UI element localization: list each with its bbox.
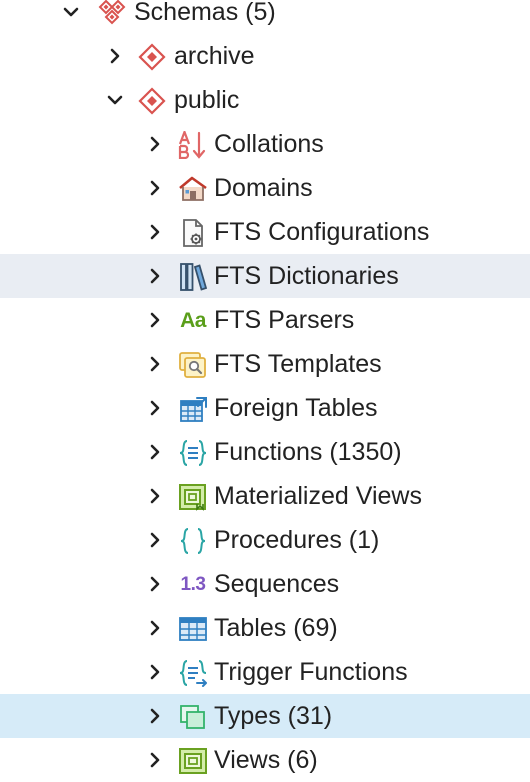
table-icon — [177, 615, 209, 643]
materialized-view-icon — [177, 483, 209, 511]
tree-node-label: FTS Templates — [214, 350, 382, 378]
trigger-function-icon — [177, 659, 209, 687]
tree-node-archive[interactable]: archive — [0, 34, 530, 78]
tree-node-label: Materialized Views — [214, 482, 422, 510]
tree-node-functions[interactable]: Functions (1350) — [0, 430, 530, 474]
tree-node-types[interactable]: Types (31) — [0, 694, 530, 738]
tree-node-label: Procedures (1) — [214, 526, 380, 554]
tree-node-label: FTS Dictionaries — [214, 262, 399, 290]
tree-node-label: Functions (1350) — [214, 438, 402, 466]
tree-node-sequences[interactable]: 1.3 Sequences — [0, 562, 530, 606]
type-icon — [177, 703, 209, 731]
tree-node-label: Foreign Tables — [214, 394, 378, 422]
chevron-right-icon[interactable] — [144, 221, 166, 243]
chevron-right-icon[interactable] — [144, 573, 166, 595]
chevron-right-icon[interactable] — [144, 529, 166, 551]
tree-node-fts-configurations[interactable]: FTS Configurations — [0, 210, 530, 254]
chevron-right-icon[interactable] — [144, 617, 166, 639]
fts-parser-icon: Aa — [177, 307, 209, 335]
tree-node-label: Schemas (5) — [134, 0, 276, 26]
tree-node-materialized-views[interactable]: Materialized Views — [0, 474, 530, 518]
function-icon — [177, 439, 209, 467]
tree-node-domains[interactable]: Domains — [0, 166, 530, 210]
tree-node-procedures[interactable]: Procedures (1) — [0, 518, 530, 562]
sequence-glyph: 1.3 — [180, 574, 206, 595]
tree-node-tables[interactable]: Tables (69) — [0, 606, 530, 650]
tree-node-label: Sequences — [214, 570, 340, 598]
fts-template-icon — [177, 351, 209, 379]
tree-node-collations[interactable]: Collations — [0, 122, 530, 166]
tree-node-label: Domains — [214, 174, 313, 202]
chevron-right-icon[interactable] — [144, 265, 166, 287]
schema-icon — [136, 43, 168, 71]
tree-node-label: Types (31) — [214, 702, 333, 730]
chevron-right-icon[interactable] — [144, 177, 166, 199]
chevron-right-icon[interactable] — [144, 661, 166, 683]
tree-node-label: Tables (69) — [214, 614, 338, 642]
tree-node-label: Views (6) — [214, 746, 318, 774]
tree-node-foreign-tables[interactable]: Foreign Tables — [0, 386, 530, 430]
fts-configuration-icon — [177, 219, 209, 247]
tree-node-fts-dictionaries[interactable]: FTS Dictionaries — [0, 254, 530, 298]
procedure-icon — [177, 527, 209, 555]
chevron-right-icon[interactable] — [144, 353, 166, 375]
view-icon — [177, 747, 209, 775]
tree-node-label: FTS Configurations — [214, 218, 430, 246]
chevron-right-icon[interactable] — [144, 441, 166, 463]
tree-node-label: FTS Parsers — [214, 306, 355, 334]
chevron-right-icon[interactable] — [144, 749, 166, 771]
tree-node-fts-templates[interactable]: FTS Templates — [0, 342, 530, 386]
fts-parser-glyph: Aa — [180, 309, 206, 332]
chevron-right-icon[interactable] — [144, 485, 166, 507]
chevron-down-icon[interactable] — [104, 89, 126, 111]
object-explorer-tree: Schemas (5) archive public Collations Do… — [0, 0, 530, 780]
chevron-right-icon[interactable] — [144, 397, 166, 419]
fts-dictionary-icon — [177, 263, 209, 291]
tree-node-label: archive — [174, 42, 255, 70]
tree-node-label: Collations — [214, 130, 324, 158]
chevron-right-icon[interactable] — [104, 45, 126, 67]
collation-icon — [177, 131, 209, 159]
sequence-icon: 1.3 — [177, 571, 209, 599]
chevron-right-icon[interactable] — [144, 705, 166, 727]
tree-node-label: Trigger Functions — [214, 658, 408, 686]
foreign-table-icon — [177, 395, 209, 423]
schemas-icon — [96, 0, 128, 27]
tree-node-schemas[interactable]: Schemas (5) — [0, 0, 530, 34]
chevron-down-icon[interactable] — [60, 1, 82, 23]
tree-node-label: public — [174, 86, 240, 114]
tree-node-views[interactable]: Views (6) — [0, 738, 530, 782]
schema-icon — [136, 87, 168, 115]
tree-node-public[interactable]: public — [0, 78, 530, 122]
tree-node-fts-parsers[interactable]: Aa FTS Parsers — [0, 298, 530, 342]
tree-node-trigger-functions[interactable]: Trigger Functions — [0, 650, 530, 694]
chevron-right-icon[interactable] — [144, 309, 166, 331]
chevron-right-icon[interactable] — [144, 133, 166, 155]
domain-icon — [177, 175, 209, 203]
